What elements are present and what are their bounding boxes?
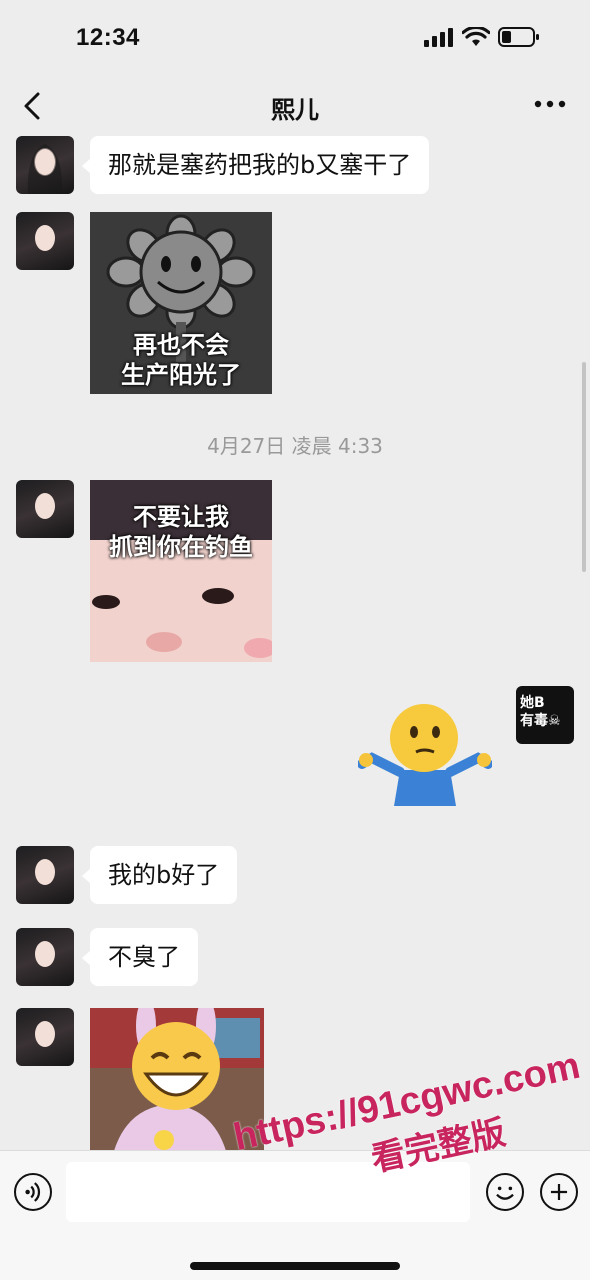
contact-avatar[interactable] [16,1008,74,1066]
message-bubble[interactable]: 不臭了 [82,928,198,986]
contact-avatar[interactable] [16,212,74,270]
sticker-caption-line: 不要让我 [133,503,229,531]
sticker-caption-line: 生产阳光了 [121,361,241,389]
message-bubble[interactable]: 那就是塞药把我的b又塞干了 [81,136,430,194]
chat-title: 熙儿 [271,96,319,124]
contact-avatar[interactable] [16,480,74,538]
sticker-caption-line: 再也不会 [133,331,229,359]
contact-avatar[interactable] [16,928,74,986]
baby-face-sticker[interactable]: 不要让我 抓到你在钓鱼 [90,480,272,662]
sticker-caption-line: 抓到你在钓鱼 [109,533,253,561]
more-options-icon[interactable] [534,92,566,116]
status-time: 12:34 [76,24,140,51]
status-bar: 12:34 [0,0,590,80]
contact-avatar[interactable] [16,136,74,194]
shrug-emoji-sticker[interactable] [358,702,492,806]
wifi-icon [462,27,490,46]
message-list[interactable]: 那就是塞药把我的b又塞干了 再也不会 生产阳光了 4月27日 凌晨 4:33 不… [0,132,590,1150]
plus-icon[interactable] [540,1173,578,1211]
voice-input-icon[interactable] [14,1173,52,1211]
my-avatar-line: 有毒☠ [520,713,561,729]
my-avatar-line: 她B [520,695,545,711]
contact-avatar[interactable] [16,846,74,904]
cellular-signal-icon [424,28,453,47]
my-avatar[interactable]: 她B 有毒☠ [516,686,574,744]
message-bubble[interactable]: 我的b好了 [81,846,238,904]
scrollbar[interactable] [582,362,586,572]
sunflower-sticker[interactable]: 再也不会 生产阳光了 [90,212,272,394]
message-timestamp: 4月27日 凌晨 4:33 [207,434,383,458]
status-icons [424,26,540,48]
emoji-icon[interactable] [486,1173,524,1211]
home-indicator[interactable] [190,1262,400,1270]
chat-header: 熙儿 [0,80,590,132]
battery-icon [498,27,539,47]
